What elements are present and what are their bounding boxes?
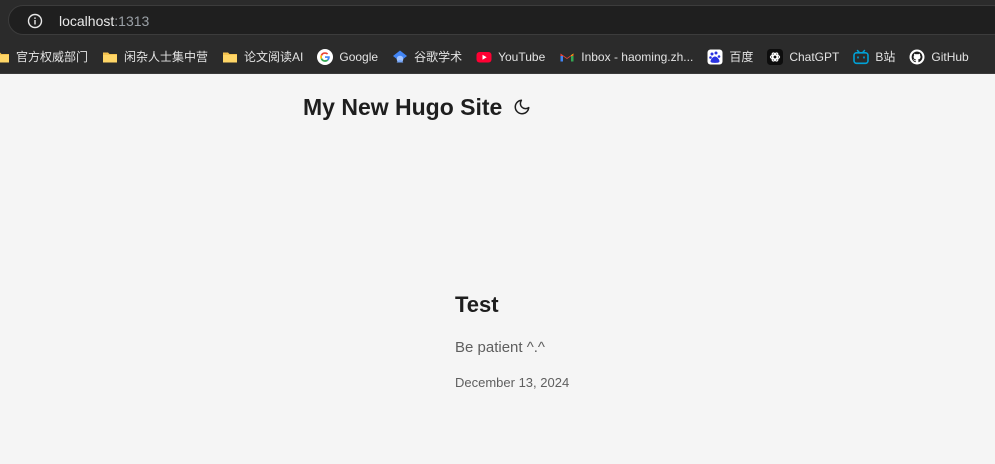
url-host: localhost (59, 13, 115, 29)
gmail-icon (560, 53, 574, 61)
bookmarks-bar: 官方权威部门 闲杂人士集中营 论文阅读AI Google 谷歌学术 YouTub… (0, 40, 995, 74)
bookmark-baidu[interactable]: 百度 (700, 45, 760, 69)
folder-icon (223, 52, 238, 62)
bookmark-label: 官方权威部门 (16, 49, 89, 64)
bookmark-gmail-inbox[interactable]: Inbox - haoming.zh... (552, 45, 700, 69)
post-title[interactable]: Test (455, 290, 855, 320)
site-title-link[interactable]: My New Hugo Site (303, 93, 502, 121)
bookmark-label: ChatGPT (789, 49, 840, 64)
theme-toggle-button[interactable] (512, 97, 532, 117)
bookmark-youtube[interactable]: YouTube (469, 45, 552, 69)
bookmark-bilibili[interactable]: B站 (846, 45, 902, 69)
bookmark-label: 闲杂人士集中营 (124, 49, 209, 64)
post-date: December 13, 2024 (455, 375, 570, 390)
address-bar[interactable]: localhost:1313 (8, 5, 995, 35)
bookmark-label: 百度 (729, 49, 754, 64)
post-summary: Be patient ^.^ (455, 339, 545, 356)
youtube-icon (476, 51, 492, 62)
google-icon (317, 48, 334, 65)
bookmark-label: Google (339, 49, 379, 64)
bilibili-icon (853, 49, 870, 64)
bookmark-misc-folder[interactable]: 闲杂人士集中营 (95, 45, 215, 69)
chatgpt-icon (767, 48, 784, 65)
github-icon (909, 49, 925, 64)
bookmark-google[interactable]: Google (310, 45, 385, 69)
bookmark-label: B站 (875, 49, 896, 64)
moon-icon (514, 99, 530, 115)
bookmark-label: YouTube (498, 49, 546, 64)
url-port: :1313 (114, 13, 150, 29)
folder-icon (103, 52, 118, 62)
bookmark-google-scholar[interactable]: 谷歌学术 (385, 45, 469, 69)
url-text[interactable]: localhost:1313 (59, 12, 149, 30)
bookmark-paper-ai-folder[interactable]: 论文阅读AI (215, 45, 310, 69)
bookmark-official-departments[interactable]: 官方权威部门 (0, 45, 95, 69)
site-header: My New Hugo Site (303, 92, 532, 122)
bookmark-label: Inbox - haoming.zh... (581, 49, 694, 64)
bookmark-label: GitHub (931, 49, 969, 64)
baidu-icon (707, 49, 723, 64)
bookmark-chatgpt[interactable]: ChatGPT (760, 45, 846, 69)
scholar-icon (393, 50, 408, 62)
bookmark-github[interactable]: GitHub (902, 45, 975, 69)
info-icon[interactable] (27, 13, 43, 29)
browser-address-row: localhost:1313 (0, 0, 995, 40)
post-entry[interactable]: Test Be patient ^.^ December 13, 2024 (455, 290, 855, 392)
bookmark-label: 谷歌学术 (414, 49, 463, 64)
bookmark-label: 论文阅读AI (244, 49, 304, 64)
folder-icon (0, 52, 9, 62)
